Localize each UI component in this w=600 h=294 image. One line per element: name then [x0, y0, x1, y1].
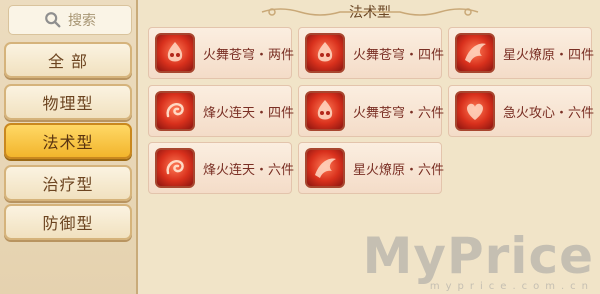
category-label: 全 部 — [47, 52, 89, 71]
swirl-flame-icon — [155, 91, 195, 131]
category-sidebar: 搜索 全 部 物理型 法术型 治疗型 防御型 — [0, 0, 138, 294]
set-item[interactable]: 烽火连天・四件 — [148, 85, 295, 137]
set-item-label: 火舞苍穹・四件 — [353, 47, 445, 63]
category-label: 物理型 — [42, 94, 94, 113]
flame-mask-icon — [305, 91, 345, 131]
swirl-flame-icon — [155, 148, 195, 188]
set-item-label: 烽火连天・六件 — [203, 162, 295, 178]
set-item[interactable]: 急火攻心・六件 — [448, 85, 595, 137]
set-item[interactable]: 火舞苍穹・六件 — [298, 85, 445, 137]
phoenix-icon — [305, 148, 345, 188]
set-item-label: 星火燎原・六件 — [353, 162, 445, 178]
category-healing[interactable]: 治疗型 — [4, 165, 132, 201]
set-item-label: 烽火连天・四件 — [203, 105, 295, 121]
heart-flame-icon — [455, 91, 495, 131]
phoenix-icon — [455, 33, 495, 73]
ornament-icon — [372, 8, 479, 16]
ornament-icon — [261, 8, 368, 16]
section-header: 法术型 — [140, 0, 600, 24]
set-list-panel: 法术型 火舞苍穹・两件 火舞苍穹・四件 星火燎原・四件 烽火连天・四件 火舞苍穹… — [140, 0, 600, 294]
set-item-label: 火舞苍穹・两件 — [203, 47, 295, 63]
watermark: MyPrice myprice.com.cn — [363, 231, 594, 292]
set-item[interactable]: 烽火连天・六件 — [148, 142, 295, 194]
category-physical[interactable]: 物理型 — [4, 84, 132, 120]
category-magic[interactable]: 法术型 — [4, 123, 132, 159]
flame-mask-icon — [155, 33, 195, 73]
category-label: 防御型 — [42, 214, 94, 233]
watermark-text: MyPrice — [362, 227, 594, 285]
category-label: 治疗型 — [42, 175, 94, 194]
category-defense[interactable]: 防御型 — [4, 204, 132, 240]
set-item[interactable]: 火舞苍穹・四件 — [298, 27, 445, 79]
set-item[interactable]: 星火燎原・六件 — [298, 142, 445, 194]
search-button[interactable]: 搜索 — [8, 5, 132, 35]
set-item[interactable]: 火舞苍穹・两件 — [148, 27, 295, 79]
set-item-label: 星火燎原・四件 — [503, 47, 595, 63]
category-all[interactable]: 全 部 — [4, 42, 132, 78]
category-label: 法术型 — [42, 133, 94, 152]
search-label: 搜索 — [68, 13, 96, 29]
set-item-label: 火舞苍穹・六件 — [353, 105, 445, 121]
search-icon — [45, 12, 61, 28]
set-item-label: 急火攻心・六件 — [503, 105, 595, 121]
set-item[interactable]: 星火燎原・四件 — [448, 27, 595, 79]
flame-mask-icon — [305, 33, 345, 73]
